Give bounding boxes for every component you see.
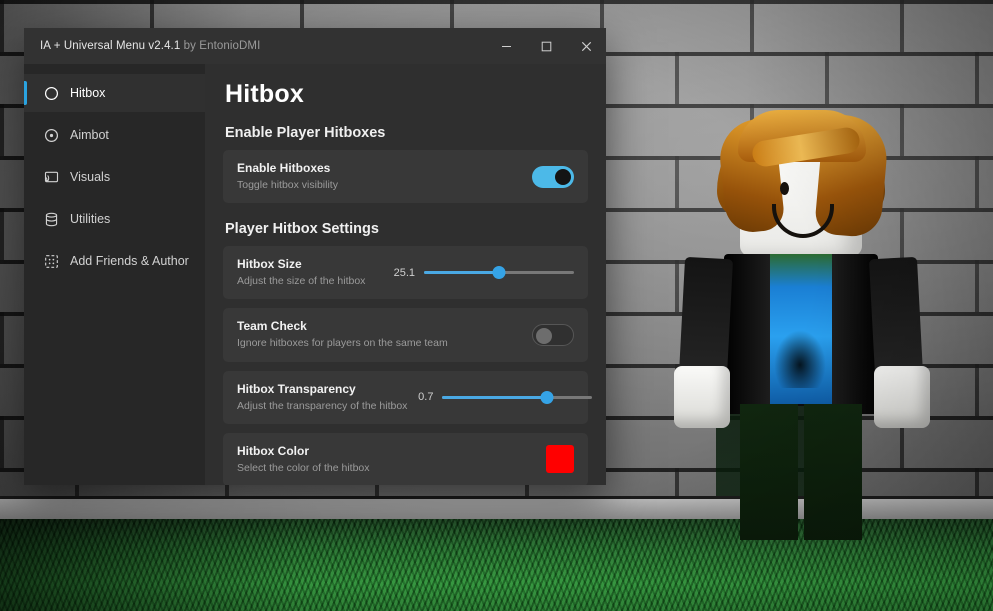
sidebar-item-label: Aimbot [70,128,109,142]
toggle-knob [536,327,552,344]
setting-description: Adjust the transparency of the hitbox [237,399,408,412]
avatar-leg-left [740,404,798,540]
setting-title: Hitbox Size [237,257,302,272]
setting-control [532,323,574,346]
content-panel: Hitbox Enable Player Hitboxes Enable Hit… [205,64,606,485]
team-check-toggle[interactable] [532,323,574,346]
dashed-square-icon [43,253,59,269]
sidebar-item-visuals[interactable]: Visuals [24,158,205,196]
setting-description: Ignore hitboxes for players on the same … [237,337,448,350]
minimize-button[interactable] [486,28,526,64]
setting-description: Adjust the size of the hitbox [237,275,366,288]
setting-row-hitbox-color: Hitbox Color Select the color of the hit… [223,432,588,485]
hitbox-color-swatch[interactable] [546,445,574,474]
setting-row-hitbox-size: Hitbox Size Adjust the size of the hitbo… [223,246,588,300]
grass-shadow [0,519,300,611]
sidebar-item-label: Hitbox [70,86,106,100]
avatar-hand-right [874,366,930,428]
sidebar-item-hitbox[interactable]: Hitbox [24,74,205,112]
close-button[interactable] [566,28,606,64]
title-bar[interactable]: IA + Universal Menu v2.4.1 by EntonioDMI [24,28,606,64]
toggle-knob [555,168,571,185]
window-title-author: by EntonioDMI [183,40,261,52]
close-icon [581,41,591,51]
window-title: IA + Universal Menu v2.4.1 by EntonioDMI [24,40,260,52]
sidebar-item-label: Utilities [70,212,111,226]
section-heading-enable-player-hitboxes: Enable Player Hitboxes [225,125,386,141]
hitbox-size-slider-group: 25.1 [389,265,574,281]
setting-description: Select the color of the hitbox [237,461,370,474]
sidebar-item-label: Visuals [70,170,111,184]
setting-text-block: Team Check Ignore hitboxes for players o… [237,319,448,350]
sidebar-item-aimbot[interactable]: Aimbot [24,116,205,154]
slider-thumb[interactable] [492,266,506,280]
hitbox-size-slider[interactable] [424,265,574,281]
setting-row-team-check: Team Check Ignore hitboxes for players o… [223,308,588,362]
database-icon [43,211,59,227]
hitbox-transparency-value: 0.7 [418,391,434,404]
setting-row-hitbox-transparency: Hitbox Transparency Adjust the transpare… [223,370,593,424]
cheat-menu-window: IA + Universal Menu v2.4.1 by EntonioDMI [24,28,606,485]
window-body: Hitbox Aimbot Visuals Utilities Add Frie… [24,64,606,485]
sidebar-item-add-friends-author[interactable]: Add Friends & Author [24,242,205,280]
setting-control: 25.1 [389,265,574,281]
page-title: Hitbox [225,80,304,108]
setting-title: Enable Hitboxes [237,161,331,175]
hitbox-size-value: 25.1 [393,266,415,279]
avatar-arm-right [868,256,924,378]
hitbox-transparency-slider[interactable] [442,389,593,405]
setting-title: Hitbox Color [237,443,309,458]
setting-title: Team Check [237,319,307,334]
setting-text-block: Enable Hitboxes Toggle hitbox visibility [237,161,338,192]
avatar-leg-right [804,404,862,540]
setting-text-block: Hitbox Transparency Adjust the transpare… [237,382,407,413]
slider-thumb[interactable] [540,390,554,404]
maximize-icon [541,41,551,51]
slider-fill [442,395,548,399]
sidebar-item-utilities[interactable]: Utilities [24,200,205,238]
avatar-hand-left [674,366,730,428]
setting-control: 0.7 [407,389,593,405]
setting-title: Hitbox Transparency [237,381,356,396]
avatar-eye [780,182,789,195]
setting-row-enable-hitboxes: Enable Hitboxes Toggle hitbox visibility [223,150,588,204]
minimize-icon [501,45,511,47]
sidebar-item-label: Add Friends & Author [70,254,189,268]
roblox-avatar [612,108,982,540]
circle-icon [43,85,59,101]
window-controls [486,28,606,64]
setting-text-block: Hitbox Size Adjust the size of the hitbo… [237,257,365,288]
cast-screen-icon [43,169,59,185]
setting-control [532,165,574,188]
avatar-arm-left [678,256,734,378]
avatar-shirt-print [774,330,826,388]
setting-control [546,445,574,474]
sidebar-nav: Hitbox Aimbot Visuals Utilities Add Frie… [24,64,205,485]
hitbox-transparency-slider-group: 0.7 [407,389,593,405]
section-heading-player-hitbox-settings: Player Hitbox Settings [225,221,379,238]
setting-text-block: Hitbox Color Select the color of the hit… [237,444,370,475]
enable-hitboxes-toggle[interactable] [532,165,574,188]
slider-fill [424,271,499,275]
target-icon [43,127,59,143]
setting-description: Toggle hitbox visibility [237,179,338,191]
window-title-main: IA + Universal Menu v2.4.1 [40,40,181,52]
maximize-button[interactable] [526,28,566,64]
